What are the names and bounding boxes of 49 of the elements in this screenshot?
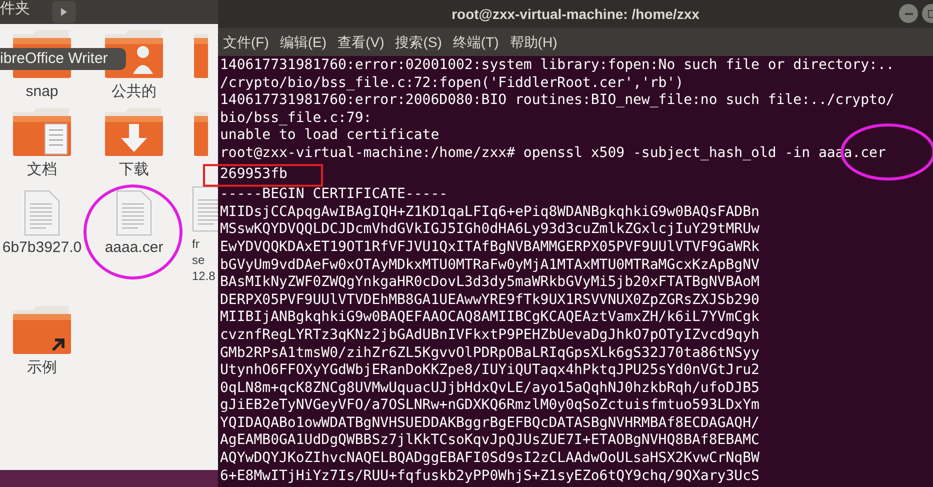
file-icon bbox=[24, 190, 60, 236]
terminal-line: MIIBIjANBgkqhkiG9w0BAQEFAAOCAQ8AMIIBCgKCAQEAztVamxZH/k6iL7YVmCgk bbox=[220, 309, 760, 327]
terminal-line: AQYwDQYJKoZIhvcNAQELBQADggEBAFI0Sd9sI2zCLAAdwOoULsaHSX2KvwCrNqBW bbox=[220, 450, 760, 468]
terminal-line: unable to load certificate bbox=[220, 127, 440, 145]
file-name[interactable]: 6b7b3927.0 bbox=[2, 240, 82, 256]
file-icon bbox=[116, 190, 152, 236]
file-name[interactable]: aaaa.cer bbox=[104, 240, 164, 256]
terminal-line: UtynhO6FFOXyYGdWbjERanDoKKZpe8/IUYiQUTaqx4hPktqJPU25sYd0nVGtJru2 bbox=[220, 362, 760, 380]
link-folder-icon bbox=[11, 304, 73, 356]
window-title: root@zxx-virtual-machine: /home/zxx bbox=[452, 4, 700, 24]
file-name[interactable]: 公共的 bbox=[112, 84, 156, 100]
terminal-line: cvznfRegLYRTz3qKNz2jbGAdUBnIVFkxtP9PEHZbUevaDgJhkO7pOTyIZvcd9qyh bbox=[220, 326, 760, 344]
terminal-line: 140617731981760:error:2006D080:BIO routines:BIO_new_file:no such file:../crypto/ bbox=[220, 92, 894, 110]
terminal-line: 140617731981760:error:02001002:system library:fopen:No such file or directory:.. bbox=[220, 57, 894, 75]
minimize-button[interactable] bbox=[899, 4, 918, 23]
terminal-line: GMb2RPsA1tmsW0/zihZr6ZL5KgvvOlPDRpOBaLRIqGpsXLk6gS32J70ta86tNSyy bbox=[220, 344, 760, 362]
menu-item[interactable]: 终端(T) bbox=[452, 32, 499, 52]
menu-item[interactable]: 编辑(E) bbox=[280, 32, 327, 52]
terminal-line: MSswKQYDVQQLDCJDcmVhdGVkIGJ5IGh0dHA6Ly93d3cuZmlkZGxlcjIuY29tMRUw bbox=[220, 221, 760, 239]
download-folder-icon bbox=[103, 106, 165, 158]
document-folder-icon bbox=[11, 106, 73, 158]
terminal-line: -----BEGIN CERTIFICATE----- bbox=[220, 186, 448, 204]
terminal-line: bGVyUm9vdDAeFw0xOTAyMDkxMTU0MTRaFw0yMjA1MTAxMTU0MTRaMGcxKzApBgNV bbox=[220, 256, 760, 274]
menu-item[interactable]: 查看(V) bbox=[338, 32, 384, 52]
terminal-line: 6+E8MwITjHiYz7Is/RUU+fqfuskb2yPP0WhjS+Z1syEZo6tQY9chq/9QXary3UcS bbox=[220, 468, 760, 486]
terminal-line: gJiEB2eTyNVGeyVFO/a7OSLNRw+nGDXKQ6RmzlM0y0qSoZctuisfmtuo593LDxYm bbox=[220, 397, 760, 415]
file-name[interactable]: snap bbox=[26, 84, 58, 100]
menu-item[interactable]: 帮助(H) bbox=[510, 32, 558, 52]
minimize-icon bbox=[904, 12, 912, 14]
menu-item[interactable]: 文件(F) bbox=[223, 32, 269, 52]
file-name[interactable]: 文档 bbox=[27, 162, 57, 178]
folder-title: 件夹 bbox=[0, 0, 30, 19]
terminal-line: BAsMIkNyZWF0ZWQgYnkgaHR0cDovL3d3dy5maWRkbGVyMi5jb20xFTATBgNVBAoM bbox=[220, 274, 760, 292]
forward-button[interactable] bbox=[52, 1, 76, 23]
terminal-line: MIIDsjCCApqgAwIBAgIQH+Z1KD1qaLFIq6+ePiq8WDANBgkqhkiG9w0BAQsFADBn bbox=[220, 204, 760, 222]
terminal-line: bio/bss_file.c:79: bbox=[220, 110, 372, 128]
file-name[interactable]: 下载 bbox=[119, 162, 149, 178]
terminal-line: 0qLN8m+qcK8ZNCg8UVMwUquacUJjbHdxQvLE/ayo15aQqhNJ0hzkbRqh/ufoDJB5 bbox=[220, 380, 760, 398]
terminal-line: DERPX05PVF9UUlVTVDEhMB8GA1UEAwwYRE9fTk9UX1RSVVNUX0ZpZGRsZXJSb290 bbox=[220, 292, 760, 310]
terminal-line: AgEAMB0GA1UdDgQWBBSz7jlKkTCsoKqvJpQJUsZUE7I+ETAOBgNVHQ8BAf8EBAMC bbox=[220, 432, 760, 450]
terminal-line: EwYDVQQKDAxET19OT1RfVFJVU1QxITAfBgNVBAMMGERPX05PVF9UUlVTVF9GaWRk bbox=[220, 238, 760, 257]
tooltip: ibreOffice Writer bbox=[0, 48, 126, 70]
file-name[interactable]: fr se 12.8 bbox=[192, 236, 216, 284]
file-name[interactable]: 示例 bbox=[27, 360, 57, 376]
menu-item[interactable]: 搜索(S) bbox=[395, 32, 442, 52]
terminal-line: /crypto/bio/bss_file.c:72:fopen('FiddlerRoot.cer','rb') bbox=[220, 74, 684, 92]
terminal-line: YQIDAQABo1owWDATBgNVHSUEDDAKBggrBgEFBQcDATASBgNVHRMBAf8ECDAGAQH/ bbox=[220, 414, 760, 432]
terminal-line: 269953fb bbox=[220, 166, 288, 184]
caret-icon bbox=[61, 8, 67, 16]
